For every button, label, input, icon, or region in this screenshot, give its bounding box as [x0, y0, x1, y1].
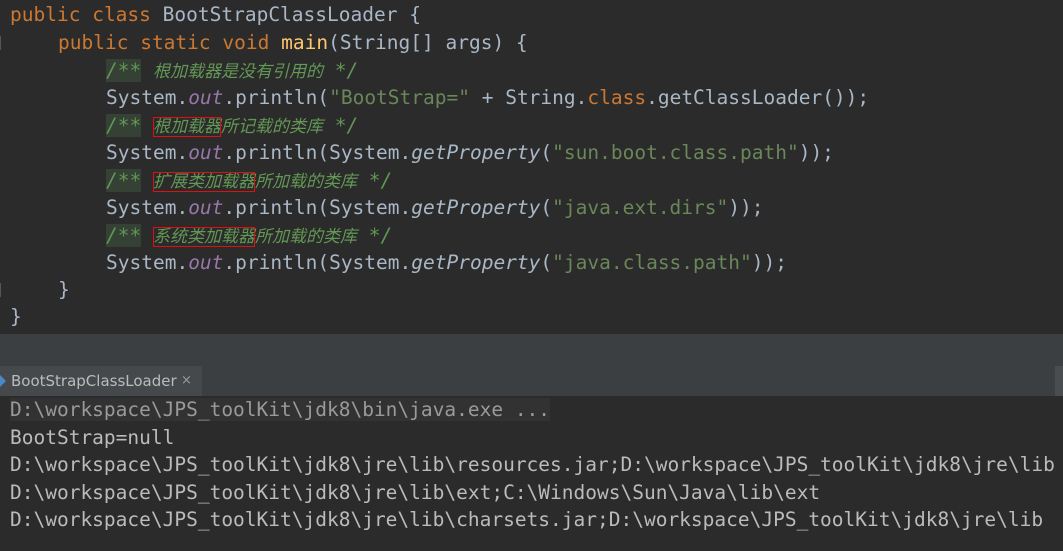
comment-text: 所记载的类库 — [220, 117, 323, 137]
code-text: .getClassLoader()); — [646, 86, 870, 109]
code-line-close-method: } — [58, 278, 70, 301]
highlight-box: 根加载器 — [152, 117, 221, 137]
params: (String[] args) { — [328, 31, 528, 54]
code-line-close-class: } — [10, 305, 22, 328]
console-line: D:\workspace\JPS_toolKit\jdk8\jre\lib\ch… — [10, 508, 1044, 531]
comment-open: /** — [106, 114, 142, 137]
run-config-icon — [0, 375, 6, 387]
code-text: System. — [106, 251, 189, 274]
method-name: main — [281, 31, 329, 54]
code-text: .println(System. — [223, 251, 412, 274]
field-out: out — [188, 141, 224, 164]
static-call: getProperty — [411, 251, 541, 274]
console-line: D:\workspace\JPS_toolKit\jdk8\jre\lib\ex… — [10, 481, 821, 504]
code-text: )); — [728, 196, 764, 219]
code-line-class-decl: public class BootStrapClassLoader { — [10, 1, 421, 28]
console-line: D:\workspace\JPS_toolKit\jdk8\jre\lib\re… — [10, 453, 1055, 476]
field-out: out — [188, 86, 224, 109]
code-text: System. — [106, 196, 189, 219]
keyword: class — [587, 86, 647, 109]
code-line-println-ext-dirs: System.out.println(System.getProperty("j… — [106, 194, 764, 221]
comment-close: */ — [334, 114, 359, 137]
close-icon[interactable]: × — [181, 366, 192, 396]
fold-marker[interactable] — [0, 283, 9, 297]
field-out: out — [188, 196, 224, 219]
scrollbar[interactable] — [1055, 366, 1063, 396]
keyword: public — [58, 31, 129, 54]
code-text: System. — [106, 86, 189, 109]
code-text: ( — [540, 251, 553, 274]
code-text: )); — [798, 141, 834, 164]
comment-line: /** 根加载器是没有引用的 */ — [106, 57, 358, 84]
code-text: System. — [106, 141, 189, 164]
code-line-println-boot-path: System.out.println(System.getProperty("s… — [106, 139, 834, 166]
code-text: ( — [540, 141, 553, 164]
comment-open: /** — [106, 59, 142, 82]
string-literal: "BootStrap=" — [329, 86, 470, 109]
run-tool-window-tabs: BootStrapClassLoader × — [0, 366, 1063, 397]
keyword: public — [10, 3, 81, 26]
string-literal: "java.ext.dirs" — [552, 196, 729, 219]
comment-close: */ — [368, 169, 393, 192]
comment-line: /** 根加载器所记载的类库 */ — [106, 112, 358, 139]
class-name: BootStrapClassLoader — [162, 3, 398, 26]
comment-text: 所加载的类库 — [254, 172, 357, 192]
comment-close: */ — [334, 59, 359, 82]
comment-line: /** 系统类加载器所加载的类库 */ — [106, 222, 392, 249]
string-literal: "sun.boot.class.path" — [552, 141, 799, 164]
code-line-println-class-path: System.out.println(System.getProperty("j… — [106, 249, 787, 276]
comment-open: /** — [106, 224, 142, 247]
highlight-box: 扩展类加载器 — [152, 172, 255, 192]
command-text[interactable]: D:\workspace\JPS_toolKit\jdk8\bin\java.e… — [10, 398, 551, 421]
string-literal: "java.class.path" — [552, 251, 752, 274]
highlight-box: 系统类加载器 — [152, 227, 255, 247]
comment-text: 根加载器是没有引用的 — [152, 62, 323, 82]
code-text: + String. — [469, 86, 588, 109]
field-out: out — [188, 251, 224, 274]
static-call: getProperty — [411, 196, 541, 219]
tab-bootstrapclassloader[interactable]: BootStrapClassLoader × — [0, 366, 202, 396]
console-output[interactable]: D:\workspace\JPS_toolKit\jdk8\bin\java.e… — [0, 396, 1063, 551]
code-editor[interactable]: public class BootStrapClassLoader { publ… — [0, 0, 1063, 334]
comment-text: 所加载的类库 — [254, 227, 357, 247]
brace: { — [409, 3, 421, 26]
tab-label: BootStrapClassLoader — [11, 372, 177, 390]
keyword: static — [140, 31, 211, 54]
keyword: void — [222, 31, 270, 54]
code-text: .println( — [223, 86, 330, 109]
keyword: class — [92, 3, 151, 26]
fold-marker[interactable] — [0, 36, 9, 50]
code-text: .println(System. — [223, 141, 412, 164]
code-line-println-bootstrap: System.out.println("BootStrap=" + String… — [106, 84, 869, 111]
console-line: BootStrap=null — [10, 426, 175, 449]
comment-close: */ — [368, 224, 393, 247]
code-text: )); — [751, 251, 787, 274]
code-text: .println(System. — [223, 196, 412, 219]
panel-divider[interactable] — [0, 334, 1063, 366]
code-text: ( — [540, 196, 553, 219]
console-command-line: D:\workspace\JPS_toolKit\jdk8\bin\java.e… — [10, 396, 551, 423]
static-call: getProperty — [411, 141, 541, 164]
code-line-main-decl: public static void main(String[] args) { — [58, 29, 528, 56]
comment-line: /** 扩展类加载器所加载的类库 */ — [106, 167, 392, 194]
comment-open: /** — [106, 169, 142, 192]
